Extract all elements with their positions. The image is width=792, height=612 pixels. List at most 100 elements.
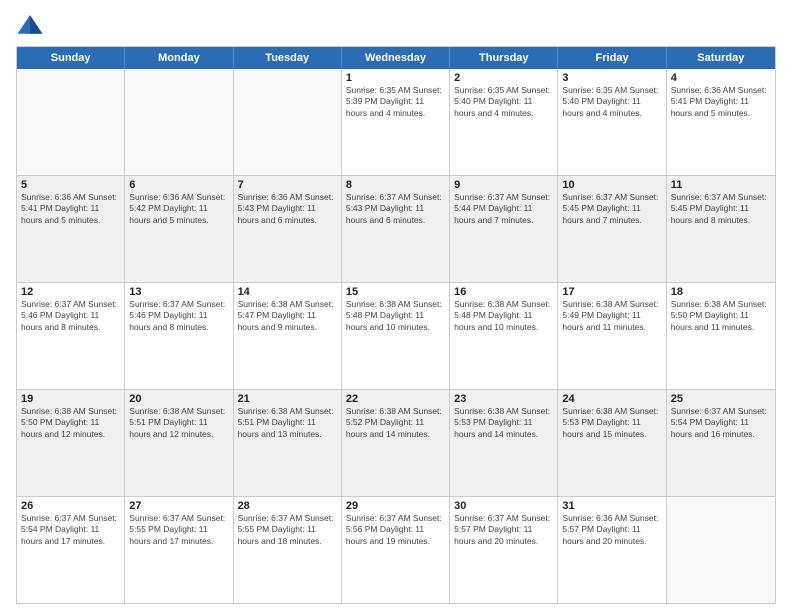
day-number: 4 [671, 72, 771, 84]
header [16, 12, 776, 40]
header-day-wednesday: Wednesday [342, 47, 450, 69]
day-info: Sunrise: 6:37 AM Sunset: 5:54 PM Dayligh… [21, 513, 120, 547]
day-info: Sunrise: 6:38 AM Sunset: 5:53 PM Dayligh… [454, 406, 553, 440]
calendar-week-0: 1Sunrise: 6:35 AM Sunset: 5:39 PM Daylig… [17, 69, 775, 175]
day-cell-17: 17Sunrise: 6:38 AM Sunset: 5:49 PM Dayli… [558, 283, 666, 389]
day-cell-4: 4Sunrise: 6:36 AM Sunset: 5:41 PM Daylig… [667, 69, 775, 175]
day-cell-5: 5Sunrise: 6:36 AM Sunset: 5:41 PM Daylig… [17, 176, 125, 282]
day-info: Sunrise: 6:38 AM Sunset: 5:50 PM Dayligh… [21, 406, 120, 440]
header-day-tuesday: Tuesday [234, 47, 342, 69]
day-cell-24: 24Sunrise: 6:38 AM Sunset: 5:53 PM Dayli… [558, 390, 666, 496]
day-info: Sunrise: 6:36 AM Sunset: 5:41 PM Dayligh… [671, 85, 771, 119]
day-cell-18: 18Sunrise: 6:38 AM Sunset: 5:50 PM Dayli… [667, 283, 775, 389]
day-cell-8: 8Sunrise: 6:37 AM Sunset: 5:43 PM Daylig… [342, 176, 450, 282]
day-number: 26 [21, 500, 120, 512]
day-info: Sunrise: 6:38 AM Sunset: 5:51 PM Dayligh… [129, 406, 228, 440]
day-number: 8 [346, 179, 445, 191]
day-cell-16: 16Sunrise: 6:38 AM Sunset: 5:48 PM Dayli… [450, 283, 558, 389]
day-info: Sunrise: 6:37 AM Sunset: 5:57 PM Dayligh… [454, 513, 553, 547]
day-cell-7: 7Sunrise: 6:36 AM Sunset: 5:43 PM Daylig… [234, 176, 342, 282]
day-number: 11 [671, 179, 771, 191]
day-cell-21: 21Sunrise: 6:38 AM Sunset: 5:51 PM Dayli… [234, 390, 342, 496]
day-number: 18 [671, 286, 771, 298]
day-number: 7 [238, 179, 337, 191]
day-number: 16 [454, 286, 553, 298]
day-number: 29 [346, 500, 445, 512]
day-info: Sunrise: 6:38 AM Sunset: 5:50 PM Dayligh… [671, 299, 771, 333]
day-cell-12: 12Sunrise: 6:37 AM Sunset: 5:46 PM Dayli… [17, 283, 125, 389]
day-cell-26: 26Sunrise: 6:37 AM Sunset: 5:54 PM Dayli… [17, 497, 125, 603]
header-day-sunday: Sunday [17, 47, 125, 69]
day-number: 27 [129, 500, 228, 512]
calendar-week-2: 12Sunrise: 6:37 AM Sunset: 5:46 PM Dayli… [17, 282, 775, 389]
day-number: 24 [562, 393, 661, 405]
day-info: Sunrise: 6:37 AM Sunset: 5:46 PM Dayligh… [21, 299, 120, 333]
day-info: Sunrise: 6:35 AM Sunset: 5:40 PM Dayligh… [454, 85, 553, 119]
day-info: Sunrise: 6:38 AM Sunset: 5:48 PM Dayligh… [454, 299, 553, 333]
day-number: 15 [346, 286, 445, 298]
day-cell-30: 30Sunrise: 6:37 AM Sunset: 5:57 PM Dayli… [450, 497, 558, 603]
day-info: Sunrise: 6:38 AM Sunset: 5:47 PM Dayligh… [238, 299, 337, 333]
day-cell-20: 20Sunrise: 6:38 AM Sunset: 5:51 PM Dayli… [125, 390, 233, 496]
day-cell-22: 22Sunrise: 6:38 AM Sunset: 5:52 PM Dayli… [342, 390, 450, 496]
page: SundayMondayTuesdayWednesdayThursdayFrid… [0, 0, 792, 612]
day-cell-23: 23Sunrise: 6:38 AM Sunset: 5:53 PM Dayli… [450, 390, 558, 496]
day-info: Sunrise: 6:38 AM Sunset: 5:53 PM Dayligh… [562, 406, 661, 440]
day-cell-29: 29Sunrise: 6:37 AM Sunset: 5:56 PM Dayli… [342, 497, 450, 603]
empty-cell [17, 69, 125, 175]
calendar: SundayMondayTuesdayWednesdayThursdayFrid… [16, 46, 776, 604]
day-number: 30 [454, 500, 553, 512]
day-cell-6: 6Sunrise: 6:36 AM Sunset: 5:42 PM Daylig… [125, 176, 233, 282]
day-cell-2: 2Sunrise: 6:35 AM Sunset: 5:40 PM Daylig… [450, 69, 558, 175]
day-number: 2 [454, 72, 553, 84]
day-cell-10: 10Sunrise: 6:37 AM Sunset: 5:45 PM Dayli… [558, 176, 666, 282]
header-day-saturday: Saturday [667, 47, 775, 69]
header-day-friday: Friday [558, 47, 666, 69]
day-info: Sunrise: 6:35 AM Sunset: 5:40 PM Dayligh… [562, 85, 661, 119]
day-cell-1: 1Sunrise: 6:35 AM Sunset: 5:39 PM Daylig… [342, 69, 450, 175]
day-info: Sunrise: 6:37 AM Sunset: 5:55 PM Dayligh… [238, 513, 337, 547]
empty-cell [234, 69, 342, 175]
empty-cell [125, 69, 233, 175]
day-number: 25 [671, 393, 771, 405]
day-info: Sunrise: 6:36 AM Sunset: 5:57 PM Dayligh… [562, 513, 661, 547]
day-number: 20 [129, 393, 228, 405]
day-number: 17 [562, 286, 661, 298]
logo [16, 12, 48, 40]
logo-icon [16, 12, 44, 40]
day-number: 6 [129, 179, 228, 191]
calendar-week-3: 19Sunrise: 6:38 AM Sunset: 5:50 PM Dayli… [17, 389, 775, 496]
day-info: Sunrise: 6:37 AM Sunset: 5:45 PM Dayligh… [562, 192, 661, 226]
day-number: 1 [346, 72, 445, 84]
day-number: 9 [454, 179, 553, 191]
day-cell-19: 19Sunrise: 6:38 AM Sunset: 5:50 PM Dayli… [17, 390, 125, 496]
day-info: Sunrise: 6:37 AM Sunset: 5:44 PM Dayligh… [454, 192, 553, 226]
header-day-thursday: Thursday [450, 47, 558, 69]
day-info: Sunrise: 6:38 AM Sunset: 5:51 PM Dayligh… [238, 406, 337, 440]
day-cell-13: 13Sunrise: 6:37 AM Sunset: 5:46 PM Dayli… [125, 283, 233, 389]
day-cell-3: 3Sunrise: 6:35 AM Sunset: 5:40 PM Daylig… [558, 69, 666, 175]
day-number: 31 [562, 500, 661, 512]
day-number: 5 [21, 179, 120, 191]
header-day-monday: Monday [125, 47, 233, 69]
day-info: Sunrise: 6:36 AM Sunset: 5:42 PM Dayligh… [129, 192, 228, 226]
day-info: Sunrise: 6:37 AM Sunset: 5:46 PM Dayligh… [129, 299, 228, 333]
day-cell-28: 28Sunrise: 6:37 AM Sunset: 5:55 PM Dayli… [234, 497, 342, 603]
day-cell-25: 25Sunrise: 6:37 AM Sunset: 5:54 PM Dayli… [667, 390, 775, 496]
day-cell-14: 14Sunrise: 6:38 AM Sunset: 5:47 PM Dayli… [234, 283, 342, 389]
day-number: 19 [21, 393, 120, 405]
day-info: Sunrise: 6:37 AM Sunset: 5:56 PM Dayligh… [346, 513, 445, 547]
day-info: Sunrise: 6:36 AM Sunset: 5:41 PM Dayligh… [21, 192, 120, 226]
day-cell-31: 31Sunrise: 6:36 AM Sunset: 5:57 PM Dayli… [558, 497, 666, 603]
day-cell-11: 11Sunrise: 6:37 AM Sunset: 5:45 PM Dayli… [667, 176, 775, 282]
empty-cell [667, 497, 775, 603]
day-number: 28 [238, 500, 337, 512]
day-info: Sunrise: 6:37 AM Sunset: 5:55 PM Dayligh… [129, 513, 228, 547]
day-info: Sunrise: 6:38 AM Sunset: 5:52 PM Dayligh… [346, 406, 445, 440]
day-info: Sunrise: 6:38 AM Sunset: 5:49 PM Dayligh… [562, 299, 661, 333]
day-info: Sunrise: 6:37 AM Sunset: 5:45 PM Dayligh… [671, 192, 771, 226]
day-cell-9: 9Sunrise: 6:37 AM Sunset: 5:44 PM Daylig… [450, 176, 558, 282]
calendar-header: SundayMondayTuesdayWednesdayThursdayFrid… [17, 47, 775, 69]
calendar-week-4: 26Sunrise: 6:37 AM Sunset: 5:54 PM Dayli… [17, 496, 775, 603]
day-number: 13 [129, 286, 228, 298]
